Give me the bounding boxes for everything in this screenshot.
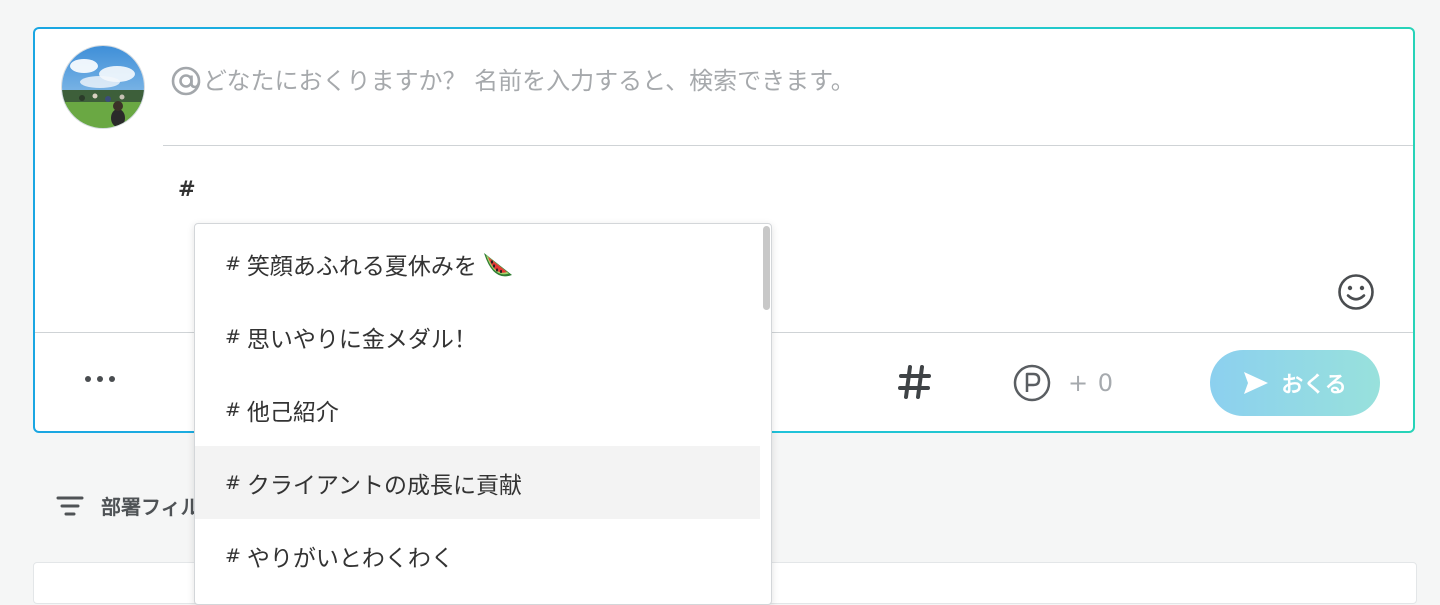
hashtag-suggestion-dropdown: # 笑顔あふれる夏休みを # 思いやりに金メダル！ # 他己紹介 # クライアン…: [194, 223, 772, 605]
filter-icon: [56, 496, 84, 515]
emoji-picker-icon[interactable]: [1336, 272, 1376, 312]
point-p-icon: [1013, 364, 1051, 402]
more-horizontal-icon[interactable]: [81, 369, 121, 389]
hashtag-suggestion-item-highlighted[interactable]: # クライアントの成長に貢献: [195, 446, 760, 519]
paper-plane-icon: [1244, 372, 1269, 394]
watermelon-icon: [483, 252, 512, 276]
points-selector[interactable]: + 0: [1012, 363, 1114, 403]
avatar: [61, 45, 145, 129]
hashtag-label: クライアントの成長に貢献: [246, 472, 523, 499]
send-button-label: おくる: [1281, 373, 1347, 398]
hashtag-suggestion-item[interactable]: # 思いやりに金メダル！: [195, 300, 760, 373]
send-button[interactable]: おくる: [1210, 350, 1380, 416]
hashtag-label: 思いやりに金メダル！: [246, 326, 477, 353]
hashtag-symbol: #: [225, 544, 241, 567]
recipient-row: [163, 29, 1413, 146]
hashtag-symbol: #: [225, 398, 241, 421]
message-input[interactable]: #: [178, 177, 196, 201]
hashtag-label: やりがいとわくわく: [246, 545, 454, 572]
points-value: + 0: [1068, 369, 1115, 397]
hashtag-symbol: #: [225, 325, 241, 348]
department-filter[interactable]: 部署フィル: [56, 491, 201, 520]
hashtag-suggestion-item[interactable]: # やりがいとわくわく: [195, 519, 760, 592]
filter-label: 部署フィル: [101, 495, 201, 519]
hashtag-symbol: #: [225, 252, 241, 275]
at-icon: [171, 66, 201, 96]
avatar-image: [62, 46, 144, 128]
dropdown-scrollbar-thumb[interactable]: [763, 226, 770, 310]
hashtag-label: 他己紹介: [246, 399, 339, 426]
hashtag-suggestion-item[interactable]: # 他己紹介: [195, 373, 760, 446]
hashtag-icon[interactable]: [897, 363, 933, 401]
hashtag-symbol: #: [225, 471, 241, 494]
hashtag-suggestion-list: # 笑顔あふれる夏休みを # 思いやりに金メダル！ # 他己紹介 # クライアン…: [195, 227, 760, 592]
hashtag-label: 笑顔あふれる夏休みを: [246, 253, 477, 280]
hashtag-suggestion-item[interactable]: # 笑顔あふれる夏休みを: [195, 227, 760, 300]
dropdown-scrollbar[interactable]: [761, 224, 771, 604]
recipient-search-input[interactable]: [203, 59, 1103, 103]
